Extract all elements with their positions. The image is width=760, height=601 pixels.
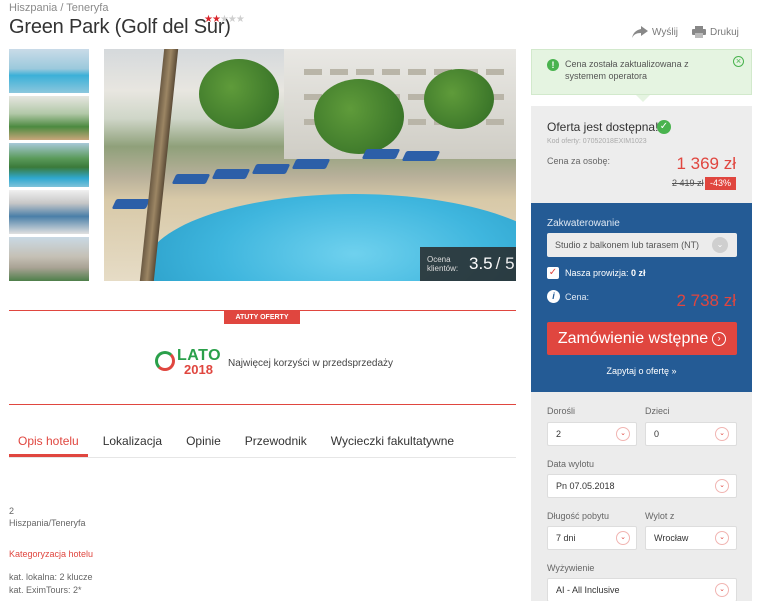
rating-value: 3.5 [469, 254, 493, 273]
gallery-thumbnail[interactable] [9, 49, 89, 93]
children-label: Dzieci [645, 406, 670, 416]
check-circle-icon: ✓ [657, 120, 671, 134]
stars-filled: ★★ [204, 14, 221, 25]
photo-tree [314, 79, 404, 154]
commission-checkbox[interactable]: ✓ [547, 267, 559, 279]
adults-label: Dorośli [547, 406, 576, 416]
promo-text: Najwięcej korzyści w przedsprzedaży [228, 358, 394, 369]
price-update-notice: Cena została zaktualizowana z systemem o… [531, 49, 752, 95]
photo-tree [199, 59, 279, 129]
category-title: Kategoryzacja hotelu [9, 549, 94, 559]
total-price-label: Cena: [565, 292, 590, 302]
tab-guide[interactable]: Przewodnik [236, 434, 316, 457]
departure-date-select[interactable]: Pn 07.05.2018 [547, 474, 737, 498]
accommodation-label: Zakwaterowanie [547, 218, 620, 229]
chevron-down-icon[interactable]: ⌄ [616, 427, 630, 441]
board-label: Wyżywienie [547, 563, 595, 573]
share-icon [632, 26, 648, 38]
rating-max: / 5 [495, 254, 515, 273]
photo-lounger [401, 151, 441, 161]
board-select[interactable]: AI - All Inclusive [547, 578, 737, 601]
tab-location[interactable]: Lokalizacja [94, 434, 171, 457]
discount-badge: -43% [705, 177, 736, 190]
hotel-info-location: Hiszpania/Teneryfa [9, 518, 86, 528]
ask-about-offer-link[interactable]: Zapytaj o ofertę » [531, 366, 752, 376]
chevron-down-icon[interactable]: ⌄ [715, 531, 729, 545]
photo-lounger [211, 169, 251, 179]
rating-label: Ocena klientów: [427, 255, 459, 273]
photo-lounger [171, 174, 211, 184]
gallery-thumbnail[interactable] [9, 96, 89, 140]
breadcrumb[interactable]: Hiszpania / Teneryfa [9, 2, 108, 14]
lato-2018-logo: LATO 2018 [155, 347, 221, 379]
offer-available-title: Oferta jest dostępna! [547, 120, 659, 134]
accommodation-select[interactable]: Studio z balkonem lub tarasem (NT) [547, 233, 737, 257]
hotel-info-number: 2 [9, 506, 15, 516]
chevron-down-icon[interactable]: ⌄ [715, 479, 729, 493]
chevron-down-icon[interactable]: ⌄ [712, 237, 728, 253]
local-category: kat. lokalna: 2 klucze [9, 572, 93, 582]
price-per-person: 1 369 zł [676, 154, 736, 173]
share-button[interactable]: Wyślij [632, 26, 678, 38]
tab-excursions[interactable]: Wycieczki fakultatywne [322, 434, 463, 457]
star-rating: ★★★★★ [204, 14, 245, 25]
gallery-thumbnail[interactable] [9, 237, 89, 281]
duration-label: Długość pobytu [547, 511, 610, 521]
departure-date-label: Data wylotu [547, 459, 595, 469]
commission-value: 0 zł [631, 268, 646, 278]
print-button[interactable]: Drukuj [692, 26, 739, 38]
photo-tree [424, 69, 494, 129]
exim-category: kat. EximTours: 2* [9, 585, 82, 595]
old-price: 2 419 zł [672, 178, 704, 188]
customer-rating-box: Ocena klientów: 3.5 / 5 [420, 247, 516, 281]
photo-lounger [251, 164, 291, 174]
stars-empty: ★★★ [219, 14, 245, 25]
commission-text: Nasza prowizja: [565, 268, 629, 278]
photo-lounger [291, 159, 331, 169]
hotel-tabs: Opis hotelu Lokalizacja Opinie Przewodni… [9, 434, 516, 458]
offer-code: Kod oferty: 07052018EXIM1023 [547, 138, 647, 145]
tab-reviews[interactable]: Opinie [177, 434, 230, 457]
hotel-title: Green Park (Golf del Sur) [9, 16, 231, 38]
preorder-button[interactable]: Zamówienie wstępne › [547, 322, 737, 355]
thumbnail-strip [9, 49, 89, 284]
gallery-thumbnail[interactable] [9, 190, 89, 234]
departure-city-label: Wylot z [645, 511, 675, 521]
print-icon [692, 26, 706, 38]
chevron-down-icon[interactable]: ⌄ [616, 531, 630, 545]
info-icon[interactable]: i [547, 290, 560, 303]
watermelon-icon [155, 351, 175, 371]
alert-icon: ! [547, 59, 559, 71]
chevron-down-icon[interactable]: ⌄ [715, 583, 729, 597]
gallery-thumbnail[interactable] [9, 143, 89, 187]
chevron-down-icon[interactable]: ⌄ [715, 427, 729, 441]
photo-lounger [111, 199, 151, 209]
section-divider [9, 404, 516, 405]
main-hotel-photo[interactable]: Ocena klientów: 3.5 / 5 [104, 49, 516, 281]
preorder-label: Zamówienie wstępne [557, 330, 709, 347]
share-label: Wyślij [652, 26, 679, 38]
close-icon[interactable]: × [733, 56, 744, 67]
promo-badge: ATUTY OFERTY [224, 311, 300, 324]
arrow-right-icon: › [712, 332, 727, 346]
notice-pointer [636, 95, 650, 102]
photo-lounger [361, 149, 401, 159]
commission-label: Nasza prowizja: 0 zł [565, 268, 646, 278]
print-label: Drukuj [710, 26, 739, 38]
price-per-person-label: Cena za osobę: [547, 156, 611, 166]
total-price: 2 738 zł [676, 291, 736, 310]
lato-year: 2018 [184, 362, 213, 377]
tab-hotel-description[interactable]: Opis hotelu [9, 434, 88, 457]
